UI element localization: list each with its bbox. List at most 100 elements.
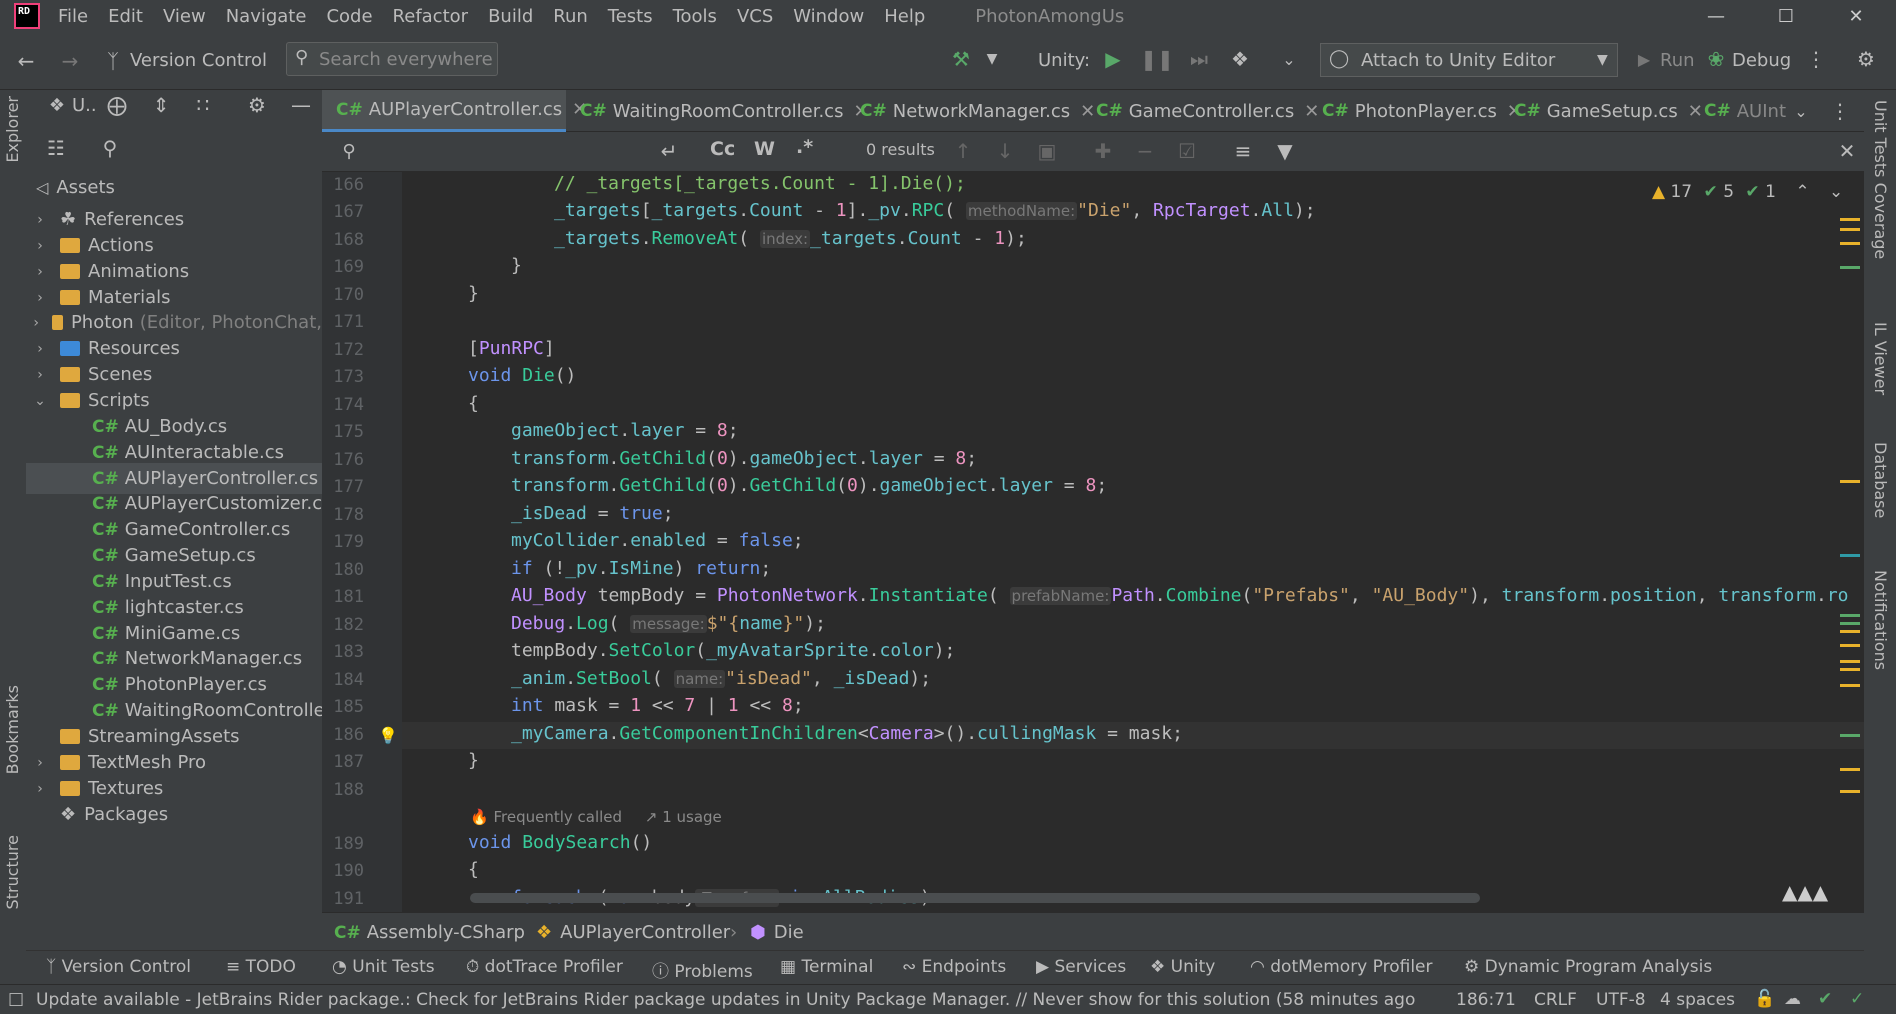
- menu-tests[interactable]: Tests: [598, 6, 663, 27]
- filter-funnel-icon[interactable]: ▼: [1272, 138, 1298, 164]
- warning-marker[interactable]: [1840, 660, 1860, 663]
- toggle-tool-windows-icon[interactable]: □: [8, 989, 24, 1009]
- tree-item[interactable]: ❖ Packages: [26, 799, 322, 830]
- tool-dottrace[interactable]: ⏱ dotTrace Profiler: [466, 957, 623, 977]
- tool-todo[interactable]: ≡ TODO: [226, 957, 296, 977]
- horizontal-scrollbar[interactable]: [470, 893, 1480, 903]
- warning-marker[interactable]: [1840, 218, 1860, 221]
- explorer-title[interactable]: U..: [72, 95, 97, 116]
- add-occurrence-icon[interactable]: ✚: [1090, 138, 1116, 164]
- previous-occurrence-icon[interactable]: ↑: [950, 138, 976, 164]
- build-dropdown-icon[interactable]: ▼: [982, 46, 1002, 72]
- warning-marker[interactable]: [1840, 790, 1860, 793]
- inspection-widget[interactable]: ▲ 17 ✔ 5 ✔ 1 ⌃ ⌄: [1652, 182, 1843, 202]
- tree-root-assets[interactable]: ◁ Assets: [26, 172, 322, 203]
- reader-mode-icon[interactable]: ▲▲▲: [1782, 880, 1828, 904]
- chevron-right-icon[interactable]: ›: [32, 315, 40, 331]
- warning-marker[interactable]: [1840, 668, 1860, 671]
- warning-marker[interactable]: [1840, 480, 1860, 483]
- warning-marker[interactable]: [1840, 242, 1860, 245]
- caret-position[interactable]: 186:71: [1456, 990, 1516, 1010]
- expand-all-icon[interactable]: ⇕: [148, 92, 174, 118]
- warning-marker[interactable]: [1840, 228, 1860, 231]
- cloud-icon[interactable]: ☁: [1784, 989, 1801, 1009]
- maximize-icon[interactable]: ☐: [1756, 0, 1816, 32]
- chevron-right-icon[interactable]: ›: [32, 755, 48, 771]
- collapse-all-icon[interactable]: ∷: [190, 92, 216, 118]
- status-message[interactable]: Update available - JetBrains Rider packa…: [36, 990, 1416, 1010]
- menu-view[interactable]: View: [153, 6, 216, 27]
- back-arrow-icon[interactable]: ←: [12, 48, 40, 74]
- menu-navigate[interactable]: Navigate: [216, 6, 317, 27]
- weak-warning-marker[interactable]: [1840, 622, 1860, 625]
- tool-dpa[interactable]: ⚙ Dynamic Program Analysis: [1464, 957, 1712, 977]
- warning-marker[interactable]: [1840, 644, 1860, 647]
- run-configuration-select[interactable]: ◯ Attach to Unity Editor ▼: [1320, 43, 1618, 77]
- menu-refactor[interactable]: Refactor: [383, 6, 479, 27]
- tab-gamesetup[interactable]: C# GameSetup.cs ✕: [1510, 90, 1703, 132]
- remove-occurrence-icon[interactable]: −: [1132, 138, 1158, 164]
- weak-warning-marker[interactable]: [1840, 266, 1860, 269]
- tool-endpoints[interactable]: ∾ Endpoints: [902, 957, 1006, 977]
- chevron-down-icon[interactable]: ⌄: [32, 393, 48, 409]
- unity-pause-icon[interactable]: ❚❚: [1140, 46, 1174, 72]
- close-find-icon[interactable]: ✕: [1834, 138, 1860, 164]
- bookmarks-tool-button[interactable]: Bookmarks: [3, 685, 22, 774]
- unity-step-icon[interactable]: ⏭: [1186, 46, 1212, 72]
- version-control-button[interactable]: Version Control: [130, 50, 267, 71]
- line-separator[interactable]: CRLF: [1534, 990, 1577, 1010]
- chevron-right-icon[interactable]: ›: [32, 341, 48, 357]
- structure-tool-button[interactable]: Structure: [3, 835, 22, 909]
- new-line-icon[interactable]: ↵: [656, 138, 682, 164]
- breadcrumb-assembly[interactable]: C# Assembly-CSharp: [334, 922, 525, 943]
- run-button[interactable]: Run: [1660, 50, 1695, 71]
- usage-count-label[interactable]: 1 usage: [662, 808, 722, 826]
- unity-play-icon[interactable]: ▶: [1100, 46, 1126, 72]
- tool-dotmemory[interactable]: ◠ dotMemory Profiler: [1250, 957, 1433, 977]
- next-problem-icon[interactable]: ⌄: [1829, 182, 1843, 202]
- file-system-icon[interactable]: ☷: [42, 134, 70, 162]
- info-marker[interactable]: [1840, 554, 1860, 557]
- explorer-search-icon[interactable]: ⚲: [96, 134, 124, 162]
- tab-waitingroomcontroller[interactable]: C# WaitingRoomController.cs ✕: [566, 90, 869, 132]
- notifications-tool-button[interactable]: Notifications: [1871, 570, 1890, 670]
- chevron-right-icon[interactable]: ›: [32, 290, 48, 306]
- tool-terminal[interactable]: ▦ Terminal: [780, 957, 873, 977]
- debug-button[interactable]: Debug: [1732, 50, 1791, 71]
- chevron-right-icon[interactable]: ›: [32, 238, 48, 254]
- minimize-icon[interactable]: —: [1686, 0, 1746, 32]
- lightbulb-icon[interactable]: 💡: [378, 722, 398, 748]
- explorer-settings-icon[interactable]: ⚙: [244, 92, 270, 118]
- warning-marker[interactable]: [1840, 768, 1860, 771]
- forward-arrow-icon[interactable]: →: [56, 48, 84, 74]
- next-occurrence-icon[interactable]: ↓: [992, 138, 1018, 164]
- tool-version-control[interactable]: ᛉ Version Control: [46, 957, 191, 977]
- breadcrumb-method[interactable]: ⬢ Die: [750, 922, 804, 943]
- indent-setting[interactable]: 4 spaces: [1660, 990, 1735, 1010]
- menu-run[interactable]: Run: [543, 6, 598, 27]
- tab-more-icon[interactable]: ⋮: [1830, 98, 1850, 124]
- breadcrumb-class[interactable]: ❖ AUPlayerController: [536, 922, 730, 943]
- chevron-right-icon[interactable]: ›: [32, 781, 48, 797]
- tab-photonplayer[interactable]: C# PhotonPlayer.cs ✕: [1314, 90, 1522, 132]
- previous-problem-icon[interactable]: ⌃: [1795, 182, 1809, 202]
- weak-warning-marker[interactable]: [1840, 734, 1860, 737]
- close-window-icon[interactable]: ✕: [1826, 0, 1886, 32]
- menu-window[interactable]: Window: [783, 6, 874, 27]
- tool-problems[interactable]: ⓘ Problems: [652, 957, 753, 982]
- words-button[interactable]: W: [754, 138, 775, 160]
- warning-marker[interactable]: [1840, 630, 1860, 633]
- code-lens[interactable]: 🔥 Frequently called ↗ 1 usage: [470, 808, 722, 826]
- menu-build[interactable]: Build: [478, 6, 543, 27]
- menu-code[interactable]: Code: [316, 6, 382, 27]
- more-actions-icon[interactable]: ⋮: [1806, 46, 1826, 72]
- database-tool-button[interactable]: Database: [1871, 442, 1890, 518]
- chevron-right-icon[interactable]: ›: [32, 367, 48, 383]
- lock-icon[interactable]: 🔓: [1754, 989, 1775, 1009]
- match-case-button[interactable]: Cc: [710, 138, 735, 160]
- locate-target-icon[interactable]: ⨁: [104, 92, 130, 118]
- chevron-right-icon[interactable]: ›: [32, 212, 48, 228]
- weak-warning-marker[interactable]: [1840, 614, 1860, 617]
- debug-bug-icon[interactable]: ❀: [1704, 46, 1728, 72]
- select-occurrences-icon[interactable]: ☑: [1174, 138, 1200, 164]
